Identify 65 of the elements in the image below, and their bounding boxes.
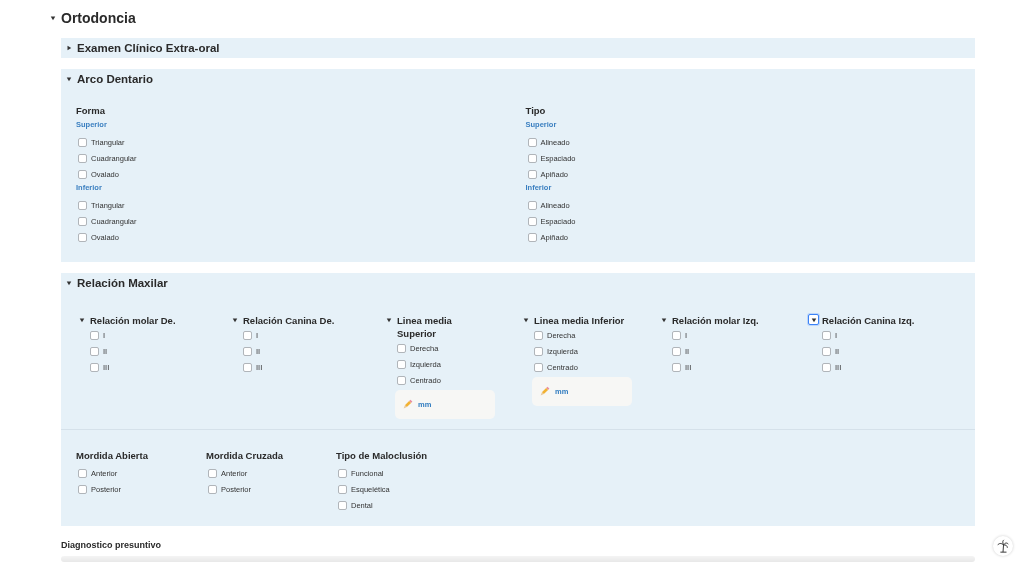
checkbox[interactable] [527,200,537,210]
caret-icon [78,316,85,323]
collapse-toggle[interactable] [808,314,819,325]
subsection-title: Relación Canina De. [243,314,335,327]
group-heading: Mordida Abierta [76,450,149,461]
checkbox[interactable] [338,484,347,494]
group-heading: Mordida Cruzada [206,450,285,461]
section-title: Examen Clínico Extra-oral [77,41,220,54]
checkbox[interactable] [822,330,831,340]
checkbox[interactable] [78,232,87,242]
page-title: Ortodoncia [61,10,136,26]
subsection-title: Relación molar Izq. [672,314,759,327]
checkbox[interactable] [397,359,406,369]
checkbox[interactable] [397,375,406,385]
checkbox[interactable] [78,216,87,226]
checkbox[interactable] [534,362,543,372]
checkbox[interactable] [822,346,831,356]
checkbox[interactable] [338,500,347,510]
caret-icon [810,316,817,323]
palm-tree-icon[interactable] [993,536,1013,556]
checkbox[interactable] [534,346,543,356]
checkbox[interactable] [78,200,87,210]
checkbox[interactable] [527,216,537,226]
checkbox[interactable] [527,169,537,179]
checkbox[interactable] [534,330,543,340]
section-title: Diagnostico presuntivo [61,539,162,550]
checkbox[interactable] [243,346,252,356]
checkbox[interactable] [527,137,537,147]
checkbox[interactable] [397,343,406,353]
checkbox[interactable] [78,169,87,179]
checkbox[interactable] [672,330,681,340]
checkbox[interactable] [78,153,87,163]
checkbox[interactable] [90,330,99,340]
checkbox[interactable] [243,330,252,340]
caret-icon [65,44,72,51]
caret-icon [385,316,392,323]
section-title: Relación Maxilar [77,276,168,289]
group-heading: Tipo de Maloclusión [336,450,429,461]
caret-icon [522,316,529,323]
checkbox[interactable] [208,484,217,494]
caret-icon [65,75,72,82]
caret-icon [231,316,238,323]
checkbox[interactable] [338,468,347,478]
checkbox[interactable] [672,346,681,356]
caret-icon [49,15,56,21]
checkbox[interactable] [243,362,252,372]
checkbox[interactable] [90,362,99,372]
checkbox[interactable] [78,484,87,494]
subsection-title: Linea media Inferior [534,314,625,327]
checkbox[interactable] [527,232,537,242]
checkbox[interactable] [78,137,87,147]
group-heading: Tipo [525,105,547,116]
subsection-title: Relación molar De. [90,314,176,327]
checkbox[interactable] [672,362,681,372]
checkbox[interactable] [90,346,99,356]
group-heading: Forma [76,105,107,116]
section-title: Arco Dentario [77,72,154,85]
checkbox[interactable] [78,468,87,478]
caret-icon [660,316,667,323]
checkbox[interactable] [822,362,831,372]
checkbox[interactable] [208,468,217,478]
subsection-title: Relación Canina Izq. [822,314,915,327]
caret-icon [65,279,72,286]
subsection-title: Linea media Superior [397,314,453,340]
checkbox[interactable] [527,153,537,163]
